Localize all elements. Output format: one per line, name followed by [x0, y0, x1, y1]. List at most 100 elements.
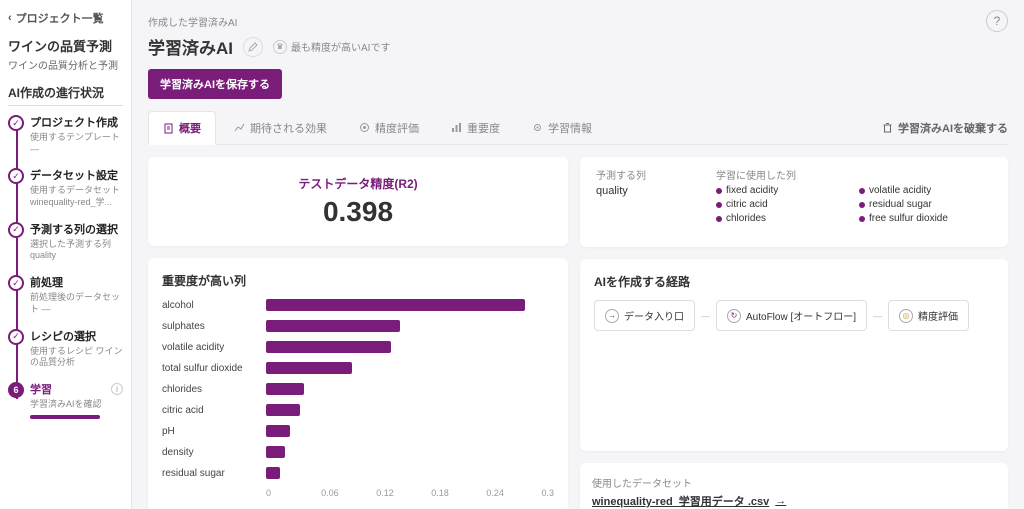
feature-item: volatile acidity	[859, 185, 992, 196]
feature-item: fixed acidity	[716, 185, 849, 196]
tab-label: 学習情報	[548, 120, 592, 136]
bar-track	[266, 467, 554, 479]
bar-label: residual sugar	[162, 468, 266, 479]
step-item[interactable]: プロジェクト作成 使用するテンプレート —	[8, 114, 123, 155]
sidebar-top-label: プロジェクト一覧	[16, 10, 104, 26]
feature-item: residual sugar	[859, 199, 992, 210]
eval-icon: ◎	[899, 309, 913, 323]
tab-overview[interactable]: 概要	[148, 111, 216, 145]
input-icon: →	[605, 309, 619, 323]
tab-label: 概要	[179, 120, 201, 136]
dataset-link[interactable]: winequality-red_学習用データ .csv →	[592, 493, 786, 509]
bar-label: chlorides	[162, 384, 266, 395]
dataset-filename: winequality-red_学習用データ .csv	[592, 493, 769, 509]
project-title: ワインの品質予測	[8, 36, 123, 55]
bar-label: sulphates	[162, 321, 266, 332]
axis-tick: 0	[266, 488, 321, 498]
step-item[interactable]: データセット設定 使用するデータセット winequality-red_学...	[8, 167, 123, 208]
check-icon	[8, 275, 24, 291]
tab-label: 精度評価	[375, 120, 419, 136]
step-item[interactable]: 予測する列の選択 選択した予測する列 quality	[8, 221, 123, 262]
feature-item: chlorides	[716, 213, 849, 224]
step-number-icon: 6	[8, 382, 24, 398]
step-desc: 学習済みAIを確認	[30, 399, 123, 411]
route-step[interactable]: ↻ AutoFlow [オートフロー]	[716, 300, 867, 331]
bar-row: chlorides	[162, 383, 554, 395]
bar-label: volatile acidity	[162, 342, 266, 353]
tab-accuracy[interactable]: 精度評価	[345, 112, 433, 144]
bar-fill	[266, 467, 280, 479]
chart-axis: 00.060.120.180.240.3	[266, 488, 554, 498]
trash-icon	[882, 122, 893, 133]
best-ai-badge: ♛ 最も精度が高いAIです	[273, 39, 390, 54]
bar-fill	[266, 425, 290, 437]
bar-row: total sulfur dioxide	[162, 362, 554, 374]
discard-button[interactable]: 学習済みAIを破棄する	[882, 120, 1008, 136]
chevron-left-icon: ‹	[8, 12, 12, 24]
bar-track	[266, 446, 554, 458]
importance-card: 重要度が高い列 alcoholsulphatesvolatile acidity…	[148, 258, 568, 509]
route-step[interactable]: ◎ 精度評価	[888, 300, 969, 331]
route-step[interactable]: → データ入り口	[594, 300, 695, 331]
route-title: AIを作成する経路	[594, 273, 994, 290]
edit-icon[interactable]	[243, 37, 263, 57]
bar-label: citric acid	[162, 405, 266, 416]
info-icon[interactable]: i	[111, 383, 123, 395]
step-item[interactable]: レシピの選択 使用するレシピ ワインの品質分析	[8, 328, 123, 369]
arrow-right-icon: →	[775, 495, 786, 507]
axis-tick: 0.24	[486, 488, 541, 498]
bullet-icon	[716, 188, 722, 194]
bar-label: density	[162, 447, 266, 458]
project-subtitle: ワインの品質分析と予測	[8, 57, 123, 72]
bar-fill	[266, 404, 300, 416]
bar-row: alcohol	[162, 299, 554, 311]
step-title: プロジェクト作成	[30, 114, 123, 130]
metric-card: テストデータ精度(R2) 0.398	[148, 157, 568, 246]
dataset-card: 使用したデータセット winequality-red_学習用データ .csv →…	[580, 463, 1008, 509]
route-step-label: 精度評価	[918, 308, 958, 323]
bar-track	[266, 320, 554, 332]
bar-label: total sulfur dioxide	[162, 363, 266, 374]
progress-heading: AI作成の進行状況	[8, 84, 123, 106]
project-list-link[interactable]: ‹ プロジェクト一覧	[8, 10, 123, 26]
bullet-icon	[716, 202, 722, 208]
axis-tick: 0.06	[321, 488, 376, 498]
help-icon[interactable]: ?	[986, 10, 1008, 32]
bar-fill	[266, 320, 400, 332]
bar-row: residual sugar	[162, 467, 554, 479]
bullet-icon	[859, 188, 865, 194]
bar-label: alcohol	[162, 300, 266, 311]
bar-row: citric acid	[162, 404, 554, 416]
arrow-icon: —	[701, 311, 710, 321]
tab-importance[interactable]: 重要度	[437, 112, 514, 144]
breadcrumb: 作成した学習済みAI	[148, 14, 237, 29]
step-title: 学習	[30, 381, 52, 397]
step-desc: 前処理後のデータセット —	[30, 292, 123, 315]
step-title: レシピの選択	[30, 328, 123, 344]
gear-icon	[532, 122, 543, 133]
save-button[interactable]: 学習済みAIを保存する	[148, 69, 282, 99]
bar-track	[266, 341, 554, 353]
metric-value: 0.398	[166, 196, 550, 228]
step-item-current[interactable]: 6 学習 i 学習済みAIを確認	[8, 381, 123, 419]
sidebar: ‹ プロジェクト一覧 ワインの品質予測 ワインの品質分析と予測 AI作成の進行状…	[0, 0, 132, 509]
target-col-value: quality	[596, 185, 704, 197]
tab-expected[interactable]: 期待される効果	[220, 112, 341, 144]
bar-fill	[266, 383, 304, 395]
axis-tick: 0.12	[376, 488, 431, 498]
route-step-label: データ入り口	[624, 308, 684, 323]
tab-info[interactable]: 学習情報	[518, 112, 606, 144]
step-desc: 選択した予測する列 quality	[30, 239, 123, 262]
route-step-label: AutoFlow [オートフロー]	[746, 308, 856, 323]
bar-row: volatile acidity	[162, 341, 554, 353]
bullet-icon	[859, 216, 865, 222]
bar-label: pH	[162, 426, 266, 437]
tab-label: 期待される効果	[250, 120, 327, 136]
step-progress-bar	[30, 415, 100, 419]
step-title: データセット設定	[30, 167, 123, 183]
feature-item: citric acid	[716, 199, 849, 210]
check-icon	[8, 115, 24, 131]
feature-item: free sulfur dioxide	[859, 213, 992, 224]
step-item[interactable]: 前処理 前処理後のデータセット —	[8, 274, 123, 315]
bar-track	[266, 425, 554, 437]
